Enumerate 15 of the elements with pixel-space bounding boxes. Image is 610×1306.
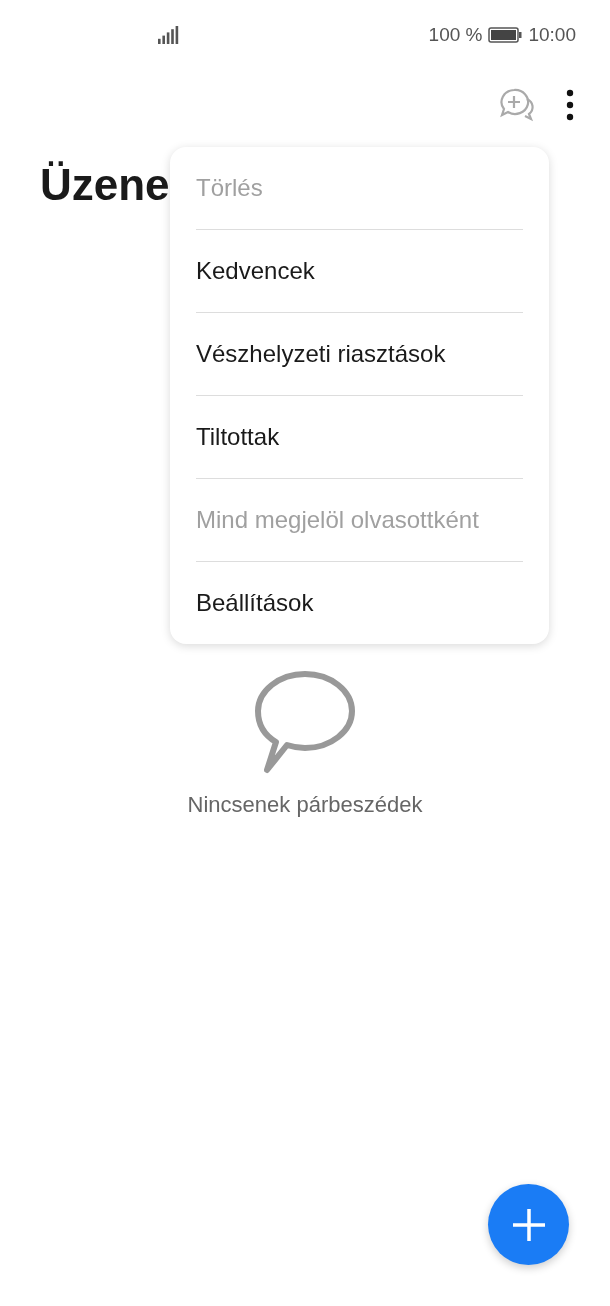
add-button[interactable] <box>488 1184 569 1265</box>
page-title: Üzene <box>40 160 170 210</box>
menu-item[interactable]: Tiltottak <box>196 395 523 478</box>
signal-icon <box>158 26 180 44</box>
menu-item[interactable]: Kedvencek <box>196 229 523 312</box>
menu-item[interactable]: Vészhelyzeti riasztások <box>196 312 523 395</box>
battery-level: 100 % <box>428 24 483 46</box>
new-chat-icon[interactable] <box>498 88 536 122</box>
clock: 10:00 <box>528 24 576 46</box>
chat-bubble-icon <box>253 670 357 774</box>
empty-message: Nincsenek párbeszédek <box>187 792 423 818</box>
plus-icon <box>510 1206 547 1243</box>
more-options-icon[interactable] <box>566 89 574 121</box>
battery-icon <box>488 27 523 43</box>
menu-item[interactable]: Beállítások <box>196 561 523 644</box>
